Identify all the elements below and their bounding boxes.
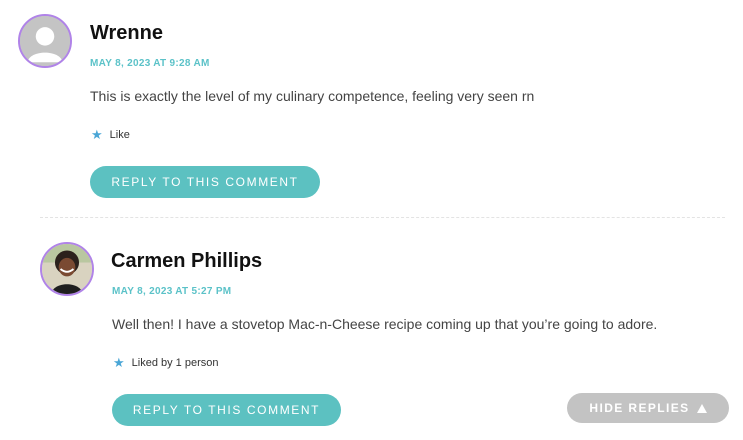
hide-replies-button[interactable]: HIDE REPLIES — [567, 393, 729, 423]
comment-date[interactable]: MAY 8, 2023 AT 5:27 PM — [112, 286, 231, 297]
comment-carmen-phillips: Carmen Phillips MAY 8, 2023 AT 5:27 PM W… — [0, 0, 743, 440]
liked-by-label[interactable]: Liked by 1 person — [132, 357, 219, 369]
hide-replies-label: HIDE REPLIES — [589, 401, 690, 415]
star-icon: ★ — [113, 355, 125, 370]
caret-up-icon — [696, 403, 707, 413]
like-row[interactable]: ★ Liked by 1 person — [113, 356, 219, 369]
comment-author[interactable]: Carmen Phillips — [111, 250, 262, 273]
comment-text: Well then! I have a stovetop Mac-n-Chees… — [112, 316, 658, 332]
reply-button[interactable]: REPLY TO THIS COMMENT — [112, 394, 341, 426]
profile-photo-avatar[interactable] — [40, 242, 94, 296]
